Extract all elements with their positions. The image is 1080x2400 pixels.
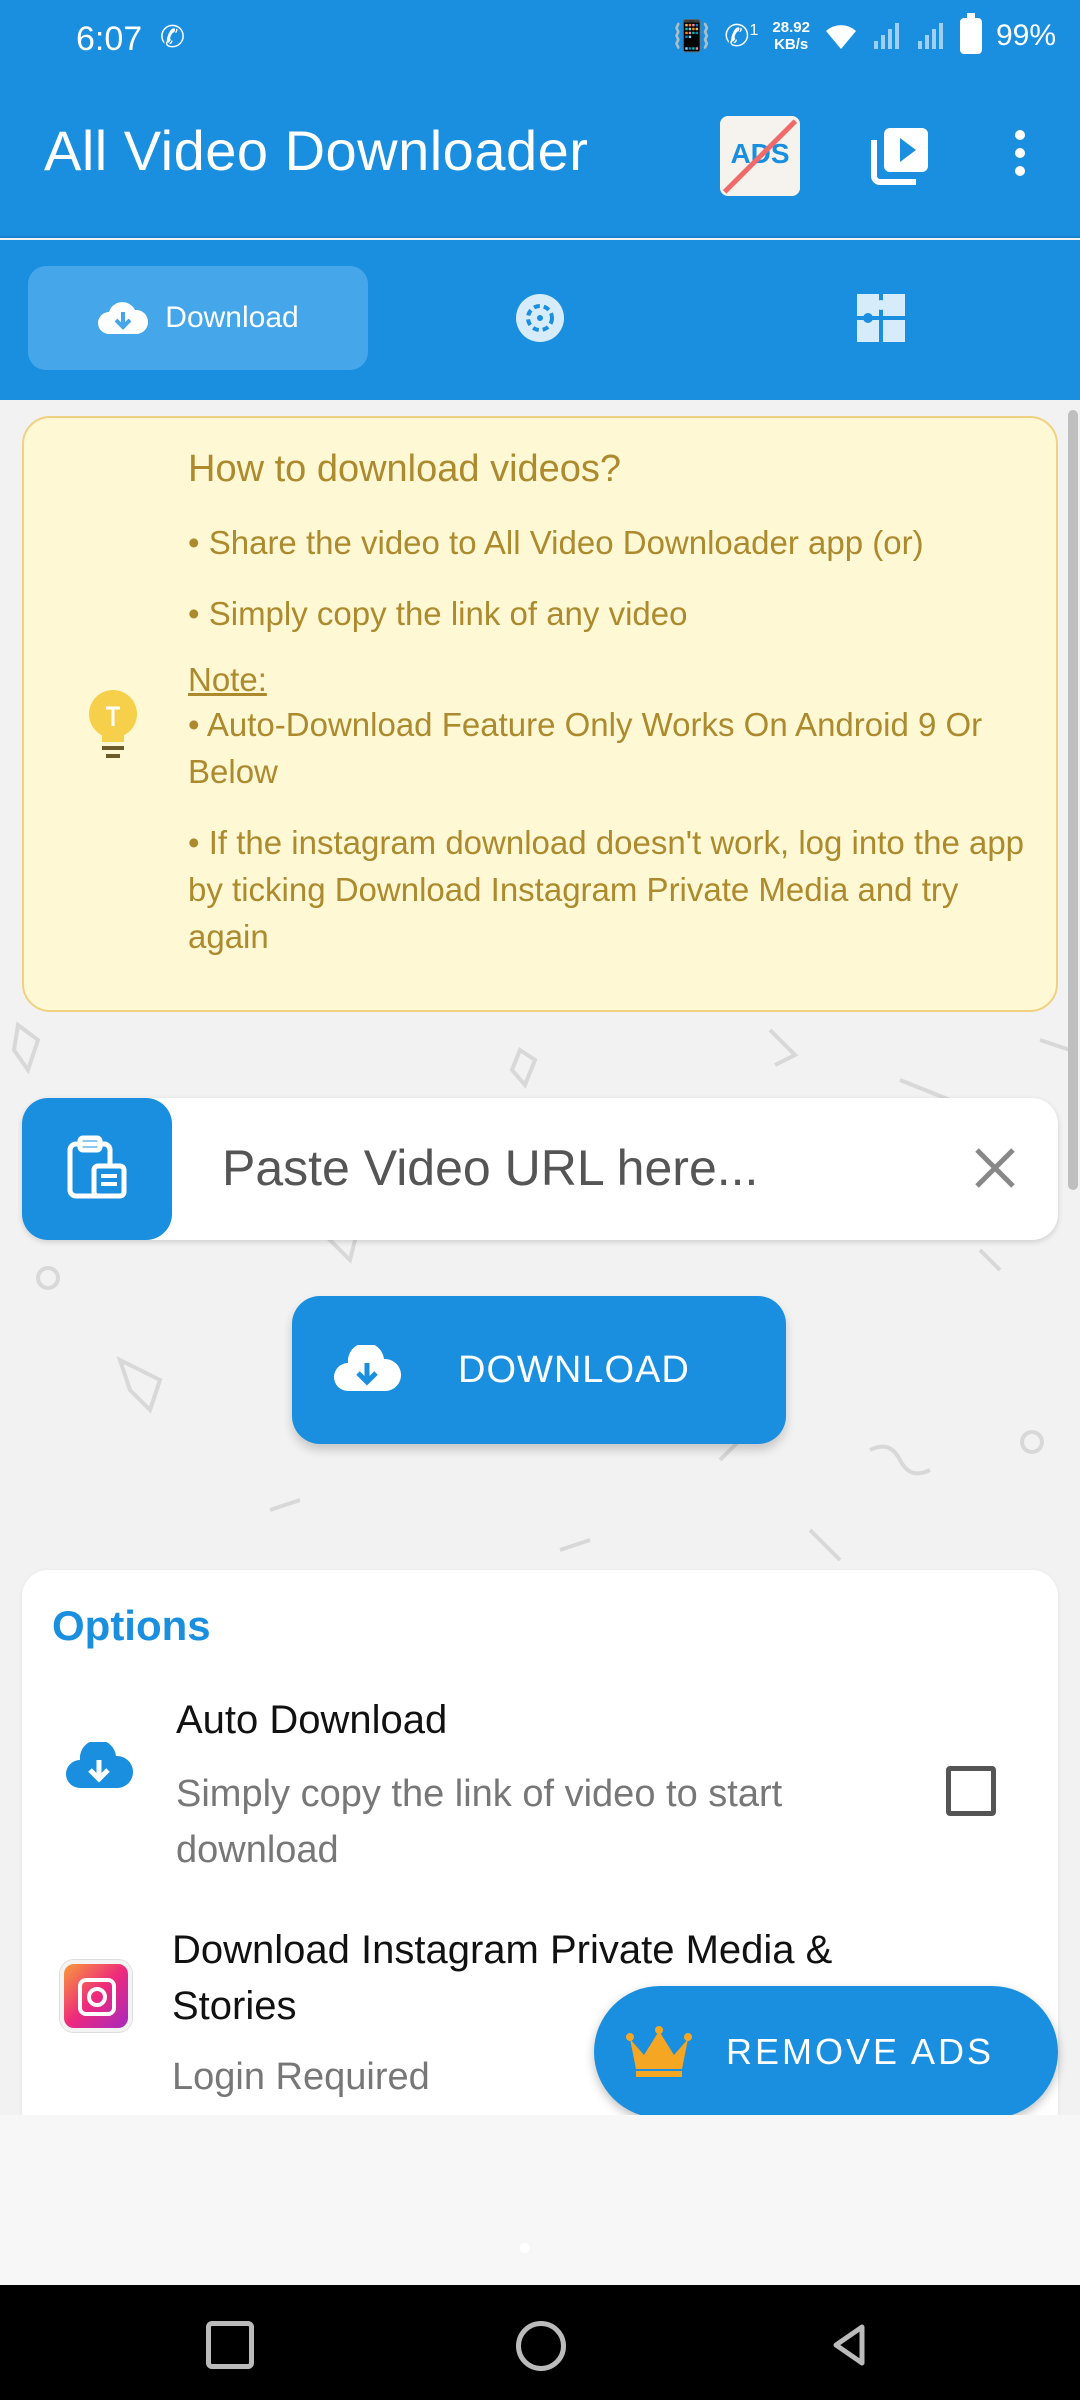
how-to-line-2: • Simply copy the link of any video <box>188 595 688 632</box>
puzzle-icon <box>857 294 905 342</box>
scrollbar[interactable] <box>1068 410 1078 1190</box>
network-speed: 28.92 KB/s <box>772 19 810 53</box>
recents-icon[interactable] <box>206 2321 254 2369</box>
no-ads-icon[interactable]: ADS <box>720 116 800 196</box>
phone-call-icon: ✆ <box>160 21 186 54</box>
app-bar: All Video Downloader ADS <box>0 80 1080 238</box>
system-nav-bar <box>0 2285 1080 2400</box>
tab-puzzle[interactable] <box>846 266 916 370</box>
tab-status-saver[interactable] <box>510 266 570 370</box>
tab-download[interactable]: Download <box>28 266 368 370</box>
remove-ads-label: REMOVE ADS <box>726 2031 995 2072</box>
auto-download-description: Simply copy the link of video to start d… <box>176 1773 783 1871</box>
more-options-icon[interactable] <box>1000 124 1040 186</box>
auto-download-title: Auto Download <box>176 1698 448 1742</box>
how-to-line-1: • Share the video to All Video Downloade… <box>188 524 924 561</box>
note-line-2: • If the instagram download doesn't work… <box>188 824 1025 955</box>
clipboard-icon <box>67 1135 127 1199</box>
how-to-title: How to download videos? <box>188 448 622 490</box>
instagram-option-description: Login Required <box>172 2056 430 2098</box>
battery-percent: 99% <box>995 19 1056 52</box>
wifi-icon <box>825 25 856 49</box>
url-bar <box>22 1098 1058 1240</box>
wifi-call-icon: ✆1 <box>724 19 759 53</box>
remove-ads-button[interactable]: REMOVE ADS <box>594 1986 1058 2118</box>
download-button-label: DOWNLOAD <box>458 1348 690 1391</box>
lightbulb-icon <box>89 690 137 758</box>
status-bar: 6:07 ✆ 📳 ✆1 28.92 KB/s 99% <box>0 0 1080 80</box>
back-icon[interactable] <box>826 2321 874 2369</box>
crown-icon <box>626 2026 692 2077</box>
video-library-icon[interactable] <box>870 124 932 186</box>
download-button[interactable]: DOWNLOAD <box>292 1296 786 1444</box>
options-title: Options <box>52 1602 211 1649</box>
auto-download-checkbox[interactable] <box>946 1766 996 1816</box>
cloud-download-icon <box>334 1345 401 1391</box>
call-count: 1 <box>749 21 759 39</box>
auto-download-icon <box>66 1742 133 1788</box>
tab-bar: Download <box>0 240 1080 400</box>
bottom-area <box>0 2115 1080 2285</box>
page-indicator <box>520 2243 530 2253</box>
status-icons: 📳 ✆1 28.92 KB/s 99% <box>673 13 1056 54</box>
tab-download-label: Download <box>165 301 299 334</box>
battery-icon <box>959 13 982 54</box>
paste-button[interactable] <box>22 1098 172 1240</box>
home-icon[interactable] <box>516 2321 566 2371</box>
status-saver-icon <box>516 294 564 342</box>
how-to-text: How to download videos? • Share the vide… <box>188 448 1038 984</box>
vibrate-icon: 📳 <box>673 19 711 53</box>
cloud-download-icon <box>98 302 149 334</box>
app-title: All Video Downloader <box>44 119 589 182</box>
clear-icon[interactable] <box>967 1140 1023 1196</box>
signal-icon <box>873 23 899 49</box>
note-line-1: • Auto-Download Feature Only Works On An… <box>188 706 983 790</box>
status-time: 6:07 <box>76 20 143 58</box>
instagram-icon <box>60 1960 132 2032</box>
how-to-card: How to download videos? • Share the vide… <box>22 416 1058 1012</box>
content-area: How to download videos? • Share the vide… <box>0 400 1080 2115</box>
url-input[interactable] <box>222 1128 922 1208</box>
note-label: Note: <box>188 661 267 698</box>
signal-icon-2 <box>917 23 943 49</box>
